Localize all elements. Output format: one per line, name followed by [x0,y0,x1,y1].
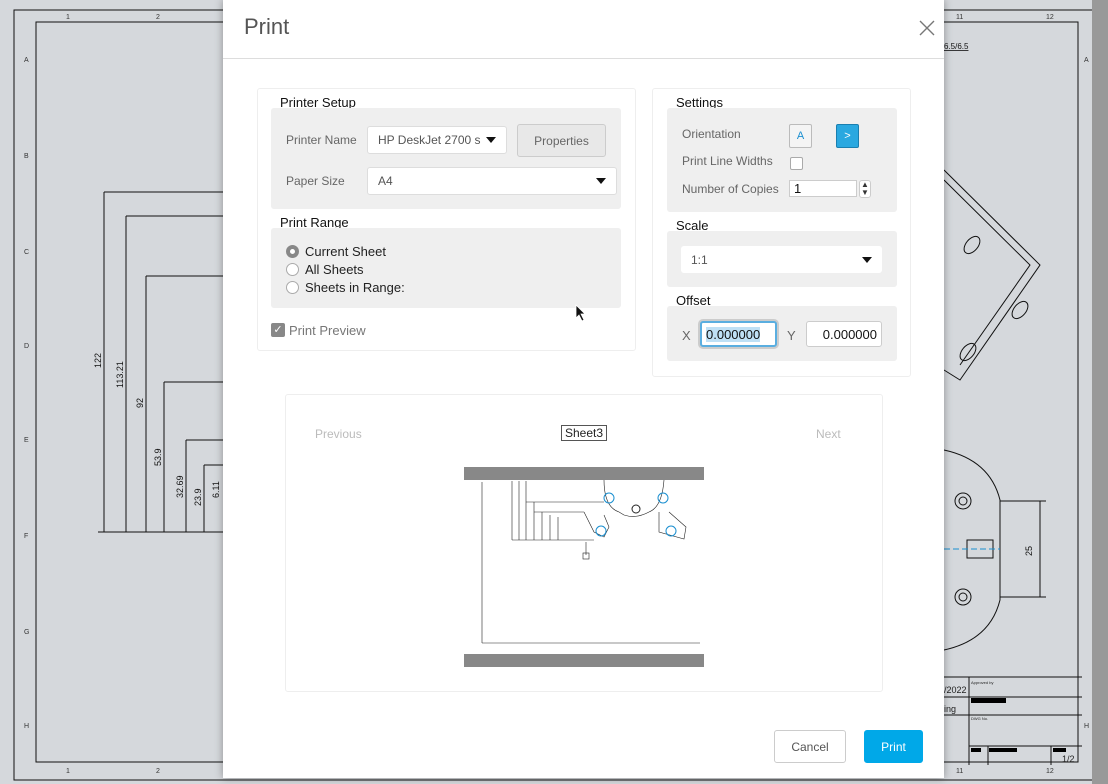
print-preview-checkbox[interactable]: ✓ [271,323,285,337]
scale-value: 1:1 [691,253,708,267]
cancel-button[interactable]: Cancel [774,730,846,763]
portrait-orientation-button[interactable]: A [789,124,812,148]
row-letter: F [24,533,28,540]
sheet-label: Sheet3 [561,425,607,441]
chevron-down-icon [862,257,872,263]
title-block-dwg: DWG No. [971,716,988,721]
properties-button[interactable]: Properties [517,124,606,157]
next-button[interactable]: Next [816,427,841,441]
title-block-date: /2022 [944,685,967,695]
printer-name-select[interactable]: HP DeskJet 2700 s [367,126,507,154]
offset-y-label: Y [787,328,796,343]
offset-y-input[interactable]: 0.000000 [806,321,882,347]
col-number: 2 [156,768,160,775]
print-preview-image [464,467,704,667]
print-line-widths-label: Print Line Widths [682,154,773,168]
dimension-label: 23.9 [193,488,203,506]
dimension-label: 113.21 [115,361,125,388]
scale-select[interactable]: 1:1 [681,246,882,273]
copies-label: Number of Copies [682,182,779,196]
row-letter: A [24,57,29,64]
paper-size-label: Paper Size [286,174,345,188]
chevron-down-icon [486,137,496,143]
row-letter: H [24,723,29,730]
close-icon[interactable] [917,18,937,38]
offset-x-value: 0.000000 [706,327,760,342]
radio-label: Current Sheet [305,244,386,259]
row-letter: A [1084,57,1089,64]
printer-name-label: Printer Name [286,133,357,147]
col-number: 11 [956,768,963,775]
row-letter: H [1084,723,1089,730]
radio-sheets-in-range[interactable] [286,281,299,294]
col-number: 12 [1046,768,1054,775]
copies-input[interactable]: 1 [789,180,857,197]
mouse-cursor-icon [575,304,587,322]
dimension-label: 53.9 [153,448,163,466]
row-letter: D [24,343,29,350]
previous-button[interactable]: Previous [315,427,362,441]
dimension-label: 32.69 [175,475,185,498]
print-dialog: Print Printer Setup Printer Name HP Desk… [223,0,944,778]
print-line-widths-checkbox[interactable] [790,157,803,170]
title-block-sheet: 1/2 [1062,754,1075,764]
landscape-icon: > [844,130,850,142]
row-letter: G [24,629,29,636]
dialog-title: Print [244,14,289,40]
portrait-icon: A [797,130,804,142]
title-block-approved: Approved by [971,680,993,685]
note: 6.5/6.5 [944,42,969,51]
col-number: 12 [1046,14,1054,21]
col-number: 11 [956,14,963,21]
col-number: 2 [156,14,160,21]
offset-x-label: X [682,328,691,343]
radio-label: Sheets in Range: [305,280,405,295]
orientation-label: Orientation [682,127,741,141]
print-button[interactable]: Print [864,730,923,763]
row-letter: B [24,153,29,160]
landscape-orientation-button[interactable]: > [836,124,859,148]
radio-all-sheets[interactable] [286,263,299,276]
paper-size-select[interactable]: A4 [367,167,617,195]
copies-stepper[interactable]: ▲▼ [859,180,871,198]
chevron-down-icon [596,178,606,184]
title-block-name: ing [944,704,956,714]
col-number: 1 [66,768,70,775]
dimension-label: 122 [93,353,103,368]
row-letter: C [24,249,29,256]
row-letter: E [24,437,29,444]
dimension-label: 6.11 [211,481,221,498]
print-preview-label: Print Preview [289,323,366,338]
offset-x-input[interactable]: 0.000000 [700,321,777,347]
radio-label: All Sheets [305,262,364,277]
col-number: 1 [66,14,70,21]
radio-current-sheet[interactable] [286,245,299,258]
divider [223,58,944,59]
printer-name-value: HP DeskJet 2700 s [378,133,483,147]
dimension-label: 92 [135,398,145,408]
paper-size-value: A4 [378,174,393,188]
dimension-label: 25 [1024,546,1034,556]
